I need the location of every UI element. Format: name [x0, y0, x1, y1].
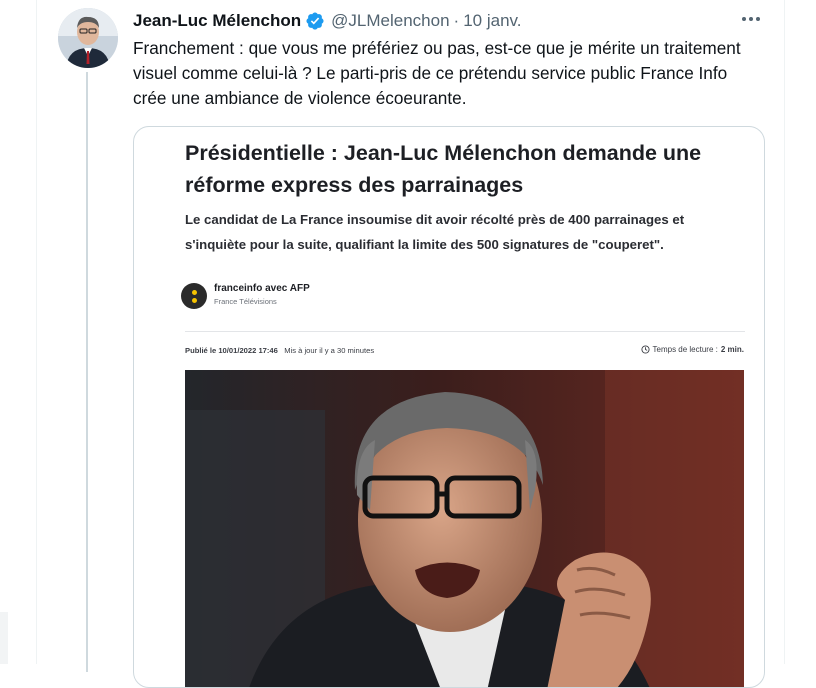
franceinfo-logo	[181, 283, 207, 309]
tweet-date[interactable]: 10 janv.	[463, 11, 521, 31]
more-horizontal-icon	[742, 17, 760, 21]
tweet[interactable]: Jean-Luc Mélenchon @JLMelenchon · 10 jan…	[37, 0, 784, 688]
column-border-right	[784, 0, 785, 664]
author-name[interactable]: Jean-Luc Mélenchon	[133, 11, 301, 31]
article-headline: Présidentielle : Jean-Luc Mélenchon dema…	[185, 141, 702, 197]
updated-label: Mis à jour il y a 30 minutes	[284, 346, 375, 355]
reading-label: Temps de lecture :	[652, 345, 718, 354]
article-source-sub: France Télévisions	[214, 297, 277, 306]
article-photo	[185, 370, 744, 687]
avatar[interactable]	[58, 8, 118, 68]
author-handle[interactable]: @JLMelenchon	[331, 11, 449, 31]
header-separator: ·	[453, 11, 460, 30]
reading-time: Temps de lecture : 2 min.	[640, 345, 744, 354]
clock-icon	[640, 345, 650, 354]
tweet-text: Franchement : que vous me préfériez ou p…	[133, 38, 741, 108]
tweet-header: Jean-Luc Mélenchon @JLMelenchon · 10 jan…	[133, 10, 521, 32]
avatar-photo	[58, 8, 118, 68]
embedded-article-image[interactable]: Présidentielle : Jean-Luc Mélenchon dema…	[133, 126, 765, 688]
article-source-name: franceinfo avec AFP	[214, 283, 310, 294]
page-edge	[0, 612, 8, 664]
published-label: Publié le 10/01/2022 17:46	[185, 346, 278, 355]
thread-line	[86, 72, 88, 672]
article-lede: Le candidat de La France insoumise dit a…	[185, 212, 685, 252]
verified-badge-icon	[305, 11, 325, 31]
more-options-button[interactable]	[738, 8, 764, 30]
divider	[185, 331, 745, 332]
reading-value: 2 min.	[720, 345, 744, 354]
article-publish-info: Publié le 10/01/2022 17:46 Mis à jour il…	[185, 346, 374, 355]
